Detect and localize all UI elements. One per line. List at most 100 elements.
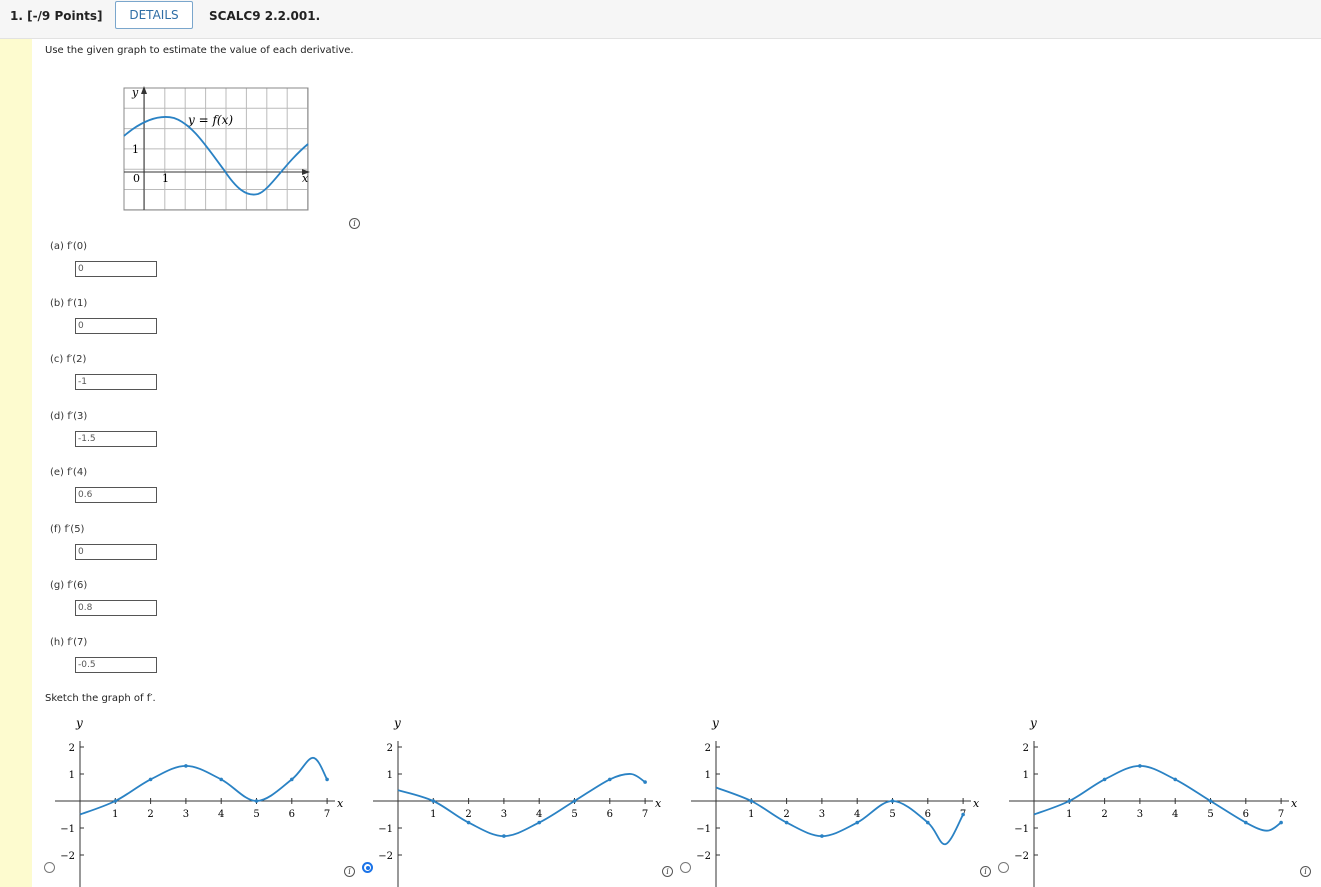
derivative-curve [1033,764,1282,832]
curve-point [890,799,895,803]
curve-point [325,777,329,782]
x-tick-label: 4 [854,809,860,820]
x-tick-label: 2 [783,809,789,820]
y-tick-label: −2 [1014,851,1029,862]
curve-point [254,799,259,803]
axis-x-label: x [1291,797,1298,810]
curve-point [749,799,754,803]
y-tick-label: −1 [378,824,393,835]
question-label: (a) f′(0) [50,241,88,252]
question-label: (h) f′(7) [50,636,88,648]
answer-input[interactable]: -1 [75,374,157,390]
option-graph-4[interactable]: y x 2 1 −1 −2 1 2 3 4 5 6 7 [994,715,1304,887]
question-label: (g) f′(6) [50,580,88,591]
info-icon-option-3[interactable]: i [980,866,991,877]
option-graph-1[interactable]: y x 2 1 −1 −2 1 2 3 4 5 6 7 [40,715,350,887]
option-graph-2[interactable]: y x 2 1 −1 −2 1 2 3 4 5 6 7 [358,715,668,887]
answer-input[interactable]: 0.6 [75,487,157,503]
answer-input[interactable]: 0 [75,261,157,277]
axis-y-label: y [75,716,83,730]
curve-point [784,820,789,825]
info-icon-option-4[interactable]: i [1300,866,1311,877]
graph-tick-origin: 0 [133,172,140,185]
x-tick-label: 7 [324,809,330,820]
curve-point [572,799,577,803]
x-tick-label: 2 [147,809,153,820]
curve-point [1244,820,1248,825]
x-tick-label: 1 [748,809,754,820]
y-tick-label: 1 [1023,770,1029,781]
y-tick-label: −2 [60,851,75,862]
curve-point [290,777,294,782]
curve-point [926,820,930,825]
details-button[interactable]: DETAILS [115,1,193,29]
question-label: (c) f′(2) [50,354,87,365]
answer-input[interactable]: 0 [75,543,157,560]
curve-point [219,777,223,782]
y-tick-label: 1 [387,770,393,781]
curve-point [1173,777,1177,782]
x-tick-label: 2 [465,809,471,820]
option-radio-3[interactable] [680,862,691,873]
option-radio-1[interactable] [44,862,55,873]
x-tick-label: 7 [1278,809,1284,820]
option-graph-3[interactable]: yx21−1−21234567 [676,715,986,887]
curve-point [1102,777,1107,782]
curve-point [1208,799,1213,803]
x-tick-label: 5 [571,809,577,820]
x-tick-label: 3 [183,809,189,820]
curve-point [643,780,647,784]
sketch-prompt: Sketch the graph of f′. [45,693,156,704]
x-tick-label: 5 [1207,809,1213,820]
question-label: (b) f′(1) [50,297,88,309]
axis-x-label: x [337,797,344,810]
curve-point [537,820,541,825]
curve-point [113,799,118,803]
option-radio-4[interactable] [998,862,1009,873]
graph-y-label: y [131,86,139,99]
curve-point [502,834,506,838]
question-label: (f) f′(5) [50,523,85,535]
curve-point [820,834,824,838]
given-graph: y x 1 0 1 y = f(x) [123,86,310,211]
axis-x-label: x [973,797,980,810]
x-tick-label: 1 [430,809,436,820]
option-radio-2[interactable] [362,862,373,873]
x-tick-label: 3 [501,809,507,820]
x-tick-label: 7 [642,809,648,820]
curve-point [1067,799,1072,803]
x-tick-label: 3 [1137,809,1143,820]
x-tick-label: 6 [289,809,295,820]
info-icon-graph[interactable]: i [349,218,360,229]
answer-input[interactable]: -0.5 [75,656,157,673]
points-label: 1. [-/9 Points] [10,9,103,23]
x-tick-label: 1 [1066,809,1072,820]
y-tick-label: −2 [696,851,711,862]
question-label: (d) f′(3) [50,410,88,422]
y-tick-label: 1 [69,770,75,781]
y-tick-label: 1 [705,770,711,781]
y-tick-label: −1 [1014,824,1029,835]
axis-y-label: y [1029,716,1037,730]
x-tick-label: 2 [1101,809,1107,820]
y-axis-arrow [141,86,147,94]
question-label: (e) f′(4) [50,467,88,478]
info-icon-option-2[interactable]: i [662,866,673,877]
y-tick-label: −2 [378,851,393,862]
answer-input[interactable]: 0 [75,317,157,334]
curve-point [431,799,436,803]
answer-input[interactable]: 0.8 [75,600,157,616]
y-tick-label: −1 [696,824,711,835]
question-header: 1. [-/9 Points] DETAILS SCALC9 2.2.001. [0,0,1321,39]
y-tick-label: −1 [60,824,75,835]
axis-y-label: y [393,716,401,730]
answer-input[interactable]: -1.5 [75,430,157,447]
curve-point [1138,764,1142,768]
info-icon-option-1[interactable]: i [344,866,355,877]
derivative-curve [397,773,646,838]
x-tick-label: 3 [819,809,825,820]
x-tick-label: 1 [112,809,118,820]
instruction-text: Use the given graph to estimate the valu… [45,45,354,56]
y-tick-label: 2 [69,743,75,754]
graph-tick-y: 1 [132,143,139,156]
